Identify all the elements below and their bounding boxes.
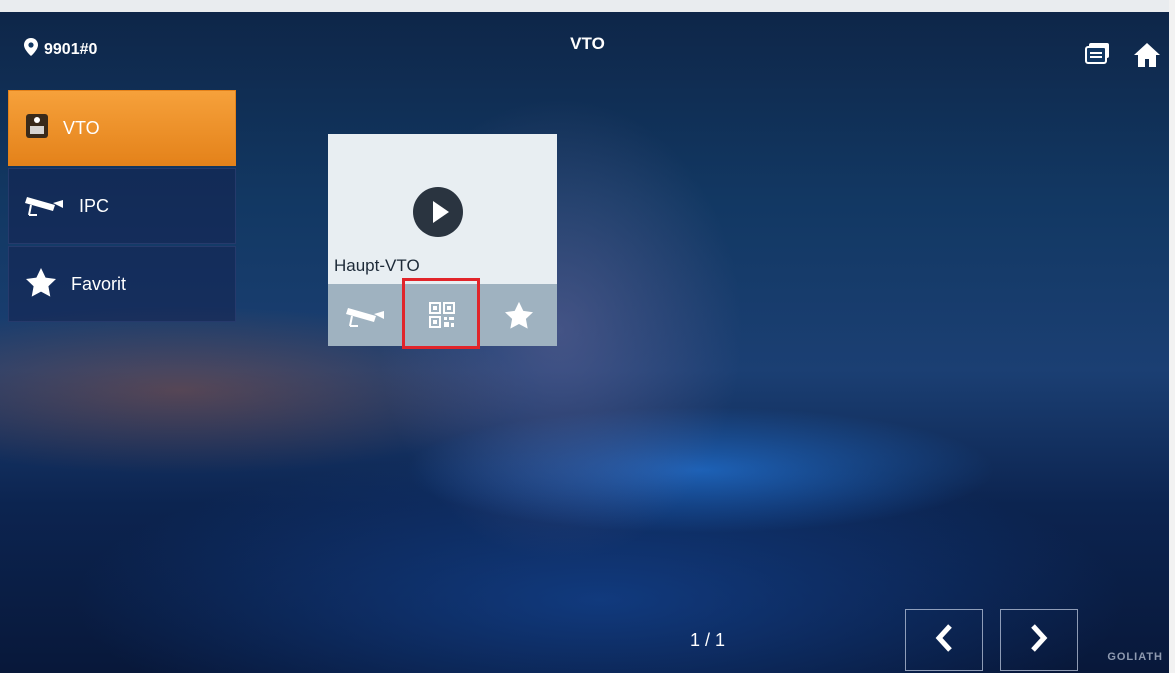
- play-icon[interactable]: [412, 186, 464, 243]
- sidebar-item-favorit[interactable]: Favorit: [8, 246, 236, 322]
- device-card[interactable]: Haupt-VTO: [328, 134, 557, 346]
- sidebar: VTO IPC Favorit: [8, 90, 236, 324]
- device-name: Haupt-VTO: [334, 256, 420, 275]
- next-page-button[interactable]: [1000, 609, 1078, 671]
- camera-icon[interactable]: [342, 295, 390, 335]
- home-icon[interactable]: [1133, 42, 1161, 73]
- page-title: VTO: [570, 34, 605, 53]
- brand-logo: GOLIATH: [1107, 651, 1163, 663]
- camera-icon: [25, 191, 65, 222]
- prev-page-button[interactable]: [905, 609, 983, 671]
- sidebar-item-label: Favorit: [71, 273, 127, 294]
- sidebar-item-label: VTO: [63, 117, 100, 138]
- sidebar-item-vto[interactable]: VTO: [8, 90, 236, 166]
- card-actions: [328, 284, 557, 346]
- chevron-right-icon: [1030, 623, 1048, 657]
- star-icon: [25, 267, 57, 302]
- bezel-top: [0, 0, 1175, 12]
- door-station-icon: [25, 113, 49, 144]
- star-icon[interactable]: [495, 295, 543, 335]
- bezel-right: [1169, 0, 1175, 673]
- sidebar-item-ipc[interactable]: IPC: [8, 168, 236, 244]
- qr-code-icon[interactable]: [418, 295, 466, 335]
- page-indicator: 1 / 1: [690, 630, 726, 650]
- message-icon[interactable]: [1085, 42, 1111, 73]
- sidebar-item-label: IPC: [79, 195, 110, 216]
- chevron-left-icon: [935, 623, 953, 657]
